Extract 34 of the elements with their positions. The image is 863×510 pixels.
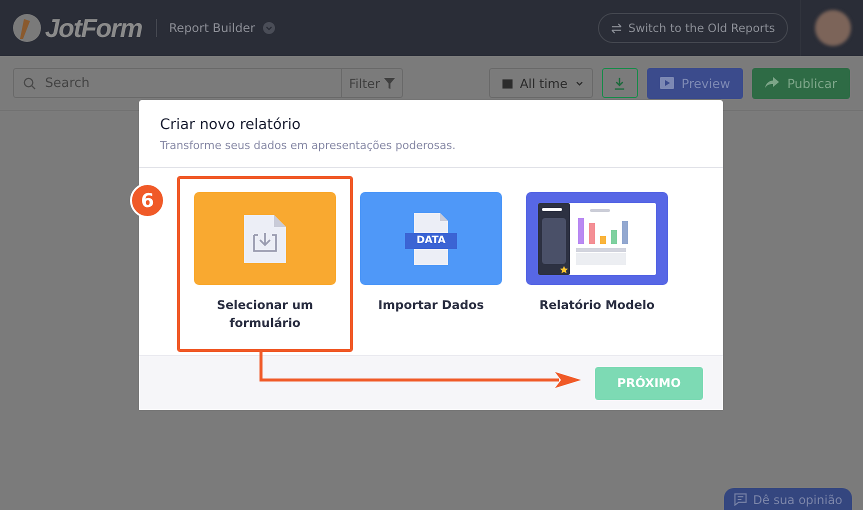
preview-button[interactable]: Preview (646, 68, 744, 98)
dialog-title: Criar novo relatório (160, 117, 302, 133)
option-label: Relatório Modelo (538, 297, 656, 314)
switch-reports-button[interactable]: Switch to the Old Reports (598, 13, 788, 43)
step-badge: 6 (130, 183, 165, 218)
search-icon (23, 76, 36, 90)
share-arrow-icon (765, 77, 780, 89)
search-field[interactable]: Search Filter (13, 68, 403, 98)
play-icon (660, 77, 674, 89)
comment-icon (734, 493, 747, 506)
filter-button[interactable]: Filter (341, 69, 402, 97)
dropdown-icon[interactable] (263, 22, 276, 34)
option-label: Importar Dados (377, 297, 485, 314)
report-option[interactable]: Relatório Modelo (526, 192, 668, 355)
funnel-icon (384, 78, 395, 88)
pencil-logo-icon (12, 13, 42, 43)
dialog-subtitle: Transforme seus dados em apresentações poderosas. (160, 139, 457, 152)
publish-button[interactable]: Publicar (752, 68, 850, 98)
swap-icon (611, 22, 622, 34)
logo-text: JotForm (45, 12, 142, 44)
download-button[interactable] (602, 68, 638, 98)
report-option[interactable]: DATA Importar Dados (360, 192, 502, 355)
caret-icon (574, 78, 584, 88)
feedback-button[interactable]: Dê sua opinião (724, 488, 852, 510)
file-download-icon (244, 214, 286, 262)
avatar[interactable] (815, 10, 851, 46)
app-title: Report Builder (156, 19, 256, 37)
date-range-dropdown[interactable]: All time (488, 68, 593, 98)
logo[interactable]: JotForm (12, 12, 142, 44)
report-option[interactable]: Selecionar um formulário (194, 192, 336, 355)
download-icon (613, 76, 626, 90)
dashboard-template-icon (538, 202, 656, 274)
option-label: Selecionar um formulário (216, 297, 314, 332)
next-button[interactable]: PRÓXIMO (595, 366, 703, 400)
